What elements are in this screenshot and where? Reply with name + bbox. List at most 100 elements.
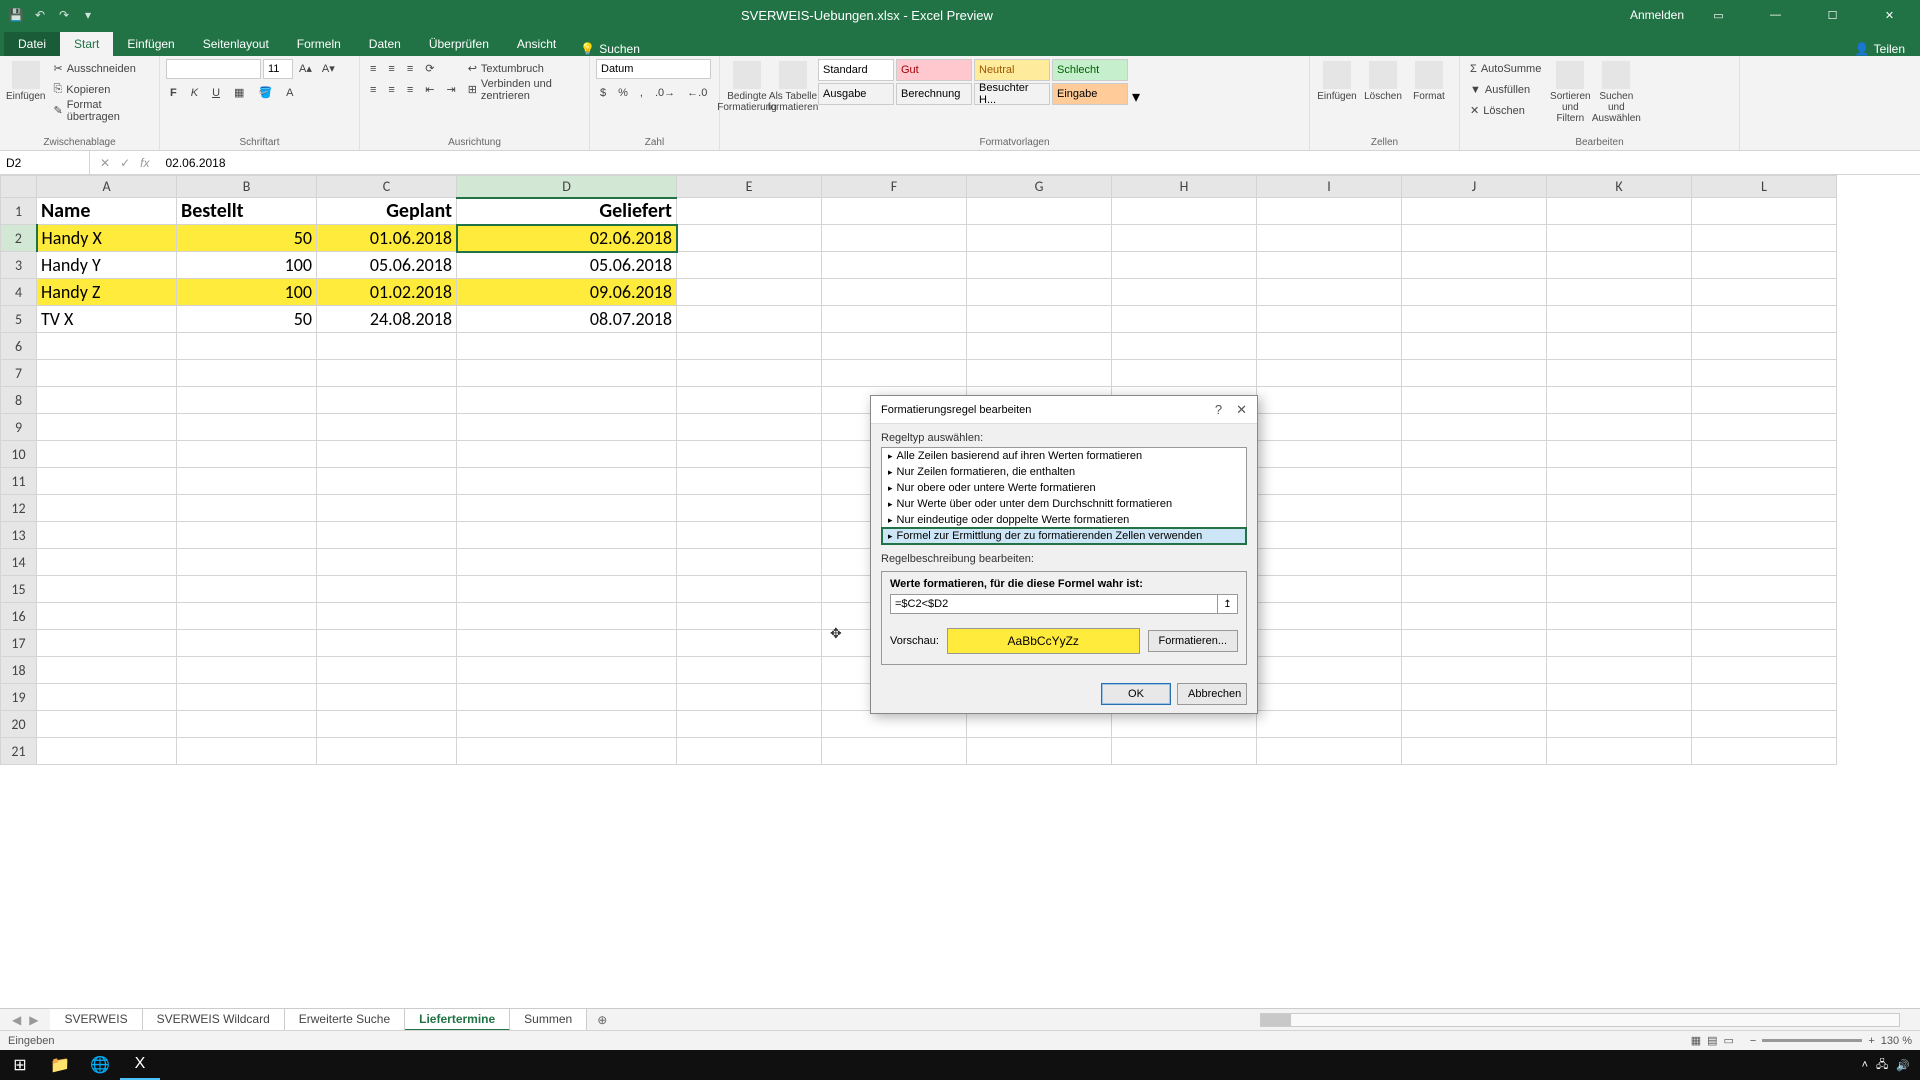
format-cells-button[interactable]: Format (1408, 59, 1450, 135)
row-header[interactable]: 8 (1, 387, 37, 414)
cell[interactable]: 02.06.2018 (457, 225, 677, 252)
cell[interactable]: Handy Z (37, 279, 177, 306)
cell[interactable] (317, 738, 457, 765)
rule-type-option[interactable]: Nur obere oder untere Werte formatieren (882, 480, 1246, 496)
cell[interactable] (1257, 738, 1402, 765)
cell[interactable] (1112, 225, 1257, 252)
font-family-select[interactable] (166, 59, 261, 79)
cell[interactable] (1257, 468, 1402, 495)
cell[interactable] (457, 495, 677, 522)
font-size-input[interactable] (263, 59, 293, 79)
cell[interactable] (1112, 711, 1257, 738)
cell[interactable]: 50 (177, 225, 317, 252)
cell[interactable] (457, 468, 677, 495)
cell[interactable] (317, 387, 457, 414)
decrease-decimal-icon[interactable]: ←.0 (683, 83, 711, 102)
cell[interactable] (1257, 360, 1402, 387)
cell[interactable] (1547, 495, 1692, 522)
cell[interactable] (1402, 576, 1547, 603)
style-berechnung[interactable]: Berechnung (896, 83, 972, 105)
maximize-icon[interactable]: ☐ (1810, 0, 1855, 30)
cell[interactable]: Bestellt (177, 198, 317, 225)
indent-dec-icon[interactable]: ⇤ (421, 80, 438, 99)
cell[interactable] (1257, 279, 1402, 306)
row-header[interactable]: 1 (1, 198, 37, 225)
cell[interactable] (1257, 657, 1402, 684)
cell[interactable]: 08.07.2018 (457, 306, 677, 333)
cell[interactable] (37, 360, 177, 387)
cell[interactable] (457, 657, 677, 684)
cell[interactable] (317, 360, 457, 387)
decrease-font-icon[interactable]: A▾ (318, 59, 339, 78)
cell[interactable] (967, 738, 1112, 765)
align-left-icon[interactable]: ≡ (366, 80, 380, 99)
style-eingabe[interactable]: Eingabe (1052, 83, 1128, 105)
cell[interactable] (1402, 657, 1547, 684)
cell[interactable] (1547, 360, 1692, 387)
cell[interactable] (1547, 738, 1692, 765)
cell[interactable] (1692, 360, 1837, 387)
cell[interactable] (1692, 738, 1837, 765)
cell[interactable] (1112, 306, 1257, 333)
cell[interactable] (1692, 684, 1837, 711)
row-header[interactable]: 10 (1, 441, 37, 468)
cell[interactable] (1547, 657, 1692, 684)
cell[interactable] (1402, 333, 1547, 360)
tray-volume-icon[interactable]: 🔊 (1896, 1059, 1910, 1072)
cell[interactable] (1257, 549, 1402, 576)
cell[interactable] (677, 684, 822, 711)
comma-icon[interactable]: , (636, 83, 647, 102)
cell[interactable] (1112, 738, 1257, 765)
cell[interactable] (37, 603, 177, 630)
undo-icon[interactable]: ↶ (32, 7, 48, 23)
cell[interactable] (1692, 522, 1837, 549)
cell[interactable] (457, 711, 677, 738)
number-format-select[interactable] (596, 59, 711, 79)
cell[interactable] (37, 576, 177, 603)
row-header[interactable]: 13 (1, 522, 37, 549)
cell[interactable] (677, 198, 822, 225)
cell[interactable] (1402, 603, 1547, 630)
confirm-formula-icon[interactable]: ✓ (120, 156, 130, 170)
cell[interactable] (37, 738, 177, 765)
align-mid-icon[interactable]: ≡ (384, 59, 398, 78)
cell[interactable] (37, 468, 177, 495)
cell[interactable] (677, 306, 822, 333)
cell[interactable] (677, 711, 822, 738)
dialog-close-icon[interactable]: ✕ (1236, 402, 1247, 418)
col-header-F[interactable]: F (822, 176, 967, 198)
cell[interactable] (967, 360, 1112, 387)
cell[interactable]: Name (37, 198, 177, 225)
cell[interactable] (317, 495, 457, 522)
cell[interactable] (1692, 495, 1837, 522)
cell[interactable] (822, 279, 967, 306)
cell[interactable] (677, 414, 822, 441)
cell[interactable]: Geliefert (457, 198, 677, 225)
cell[interactable] (457, 603, 677, 630)
cell[interactable] (457, 630, 677, 657)
cell[interactable] (1692, 657, 1837, 684)
cell[interactable] (967, 225, 1112, 252)
cell[interactable]: 09.06.2018 (457, 279, 677, 306)
align-center-icon[interactable]: ≡ (384, 80, 398, 99)
cell[interactable] (177, 684, 317, 711)
cell[interactable] (822, 333, 967, 360)
row-header[interactable]: 11 (1, 468, 37, 495)
font-color-button[interactable]: A (282, 83, 297, 102)
cell[interactable] (1547, 711, 1692, 738)
tab-file[interactable]: Datei (4, 32, 60, 56)
tab-insert[interactable]: Einfügen (113, 32, 188, 56)
cell[interactable] (1402, 387, 1547, 414)
cell[interactable] (177, 468, 317, 495)
cell[interactable] (177, 630, 317, 657)
tab-review[interactable]: Überprüfen (415, 32, 503, 56)
cell[interactable] (967, 279, 1112, 306)
tab-formulas[interactable]: Formeln (283, 32, 355, 56)
cell[interactable] (1257, 522, 1402, 549)
cell[interactable] (1547, 333, 1692, 360)
cell[interactable] (1692, 252, 1837, 279)
view-pagebreak-icon[interactable]: ▭ (1724, 1034, 1734, 1047)
cell[interactable] (317, 603, 457, 630)
range-picker-icon[interactable]: ↥ (1218, 594, 1238, 614)
conditional-formatting-button[interactable]: Bedingte Formatierung (726, 59, 768, 135)
